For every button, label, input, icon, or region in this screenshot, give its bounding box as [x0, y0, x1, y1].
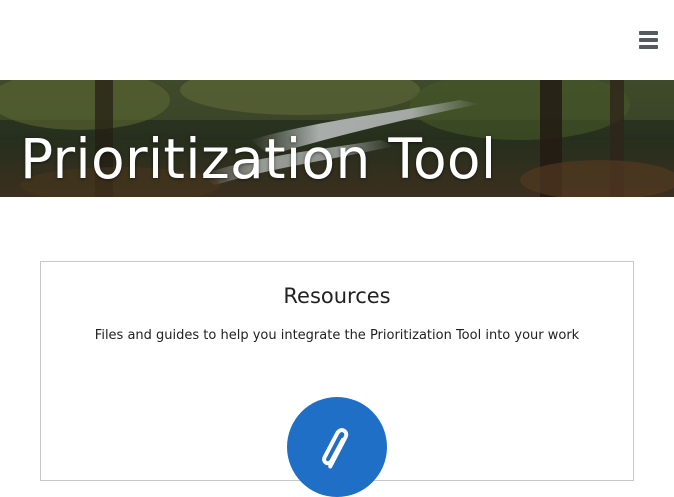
resources-link-button[interactable]: [287, 397, 387, 497]
page-title: Prioritization Tool: [20, 127, 497, 191]
hero-banner: Prioritization Tool: [0, 80, 674, 197]
hamburger-menu-icon[interactable]: [639, 31, 659, 49]
resources-subtitle: Files and guides to help you integrate t…: [94, 328, 580, 343]
resources-title: Resources: [283, 284, 391, 308]
paperclip-icon: [322, 428, 349, 469]
top-navigation-bar: [0, 0, 674, 80]
resources-card: Resources Files and guides to help you i…: [40, 261, 634, 497]
